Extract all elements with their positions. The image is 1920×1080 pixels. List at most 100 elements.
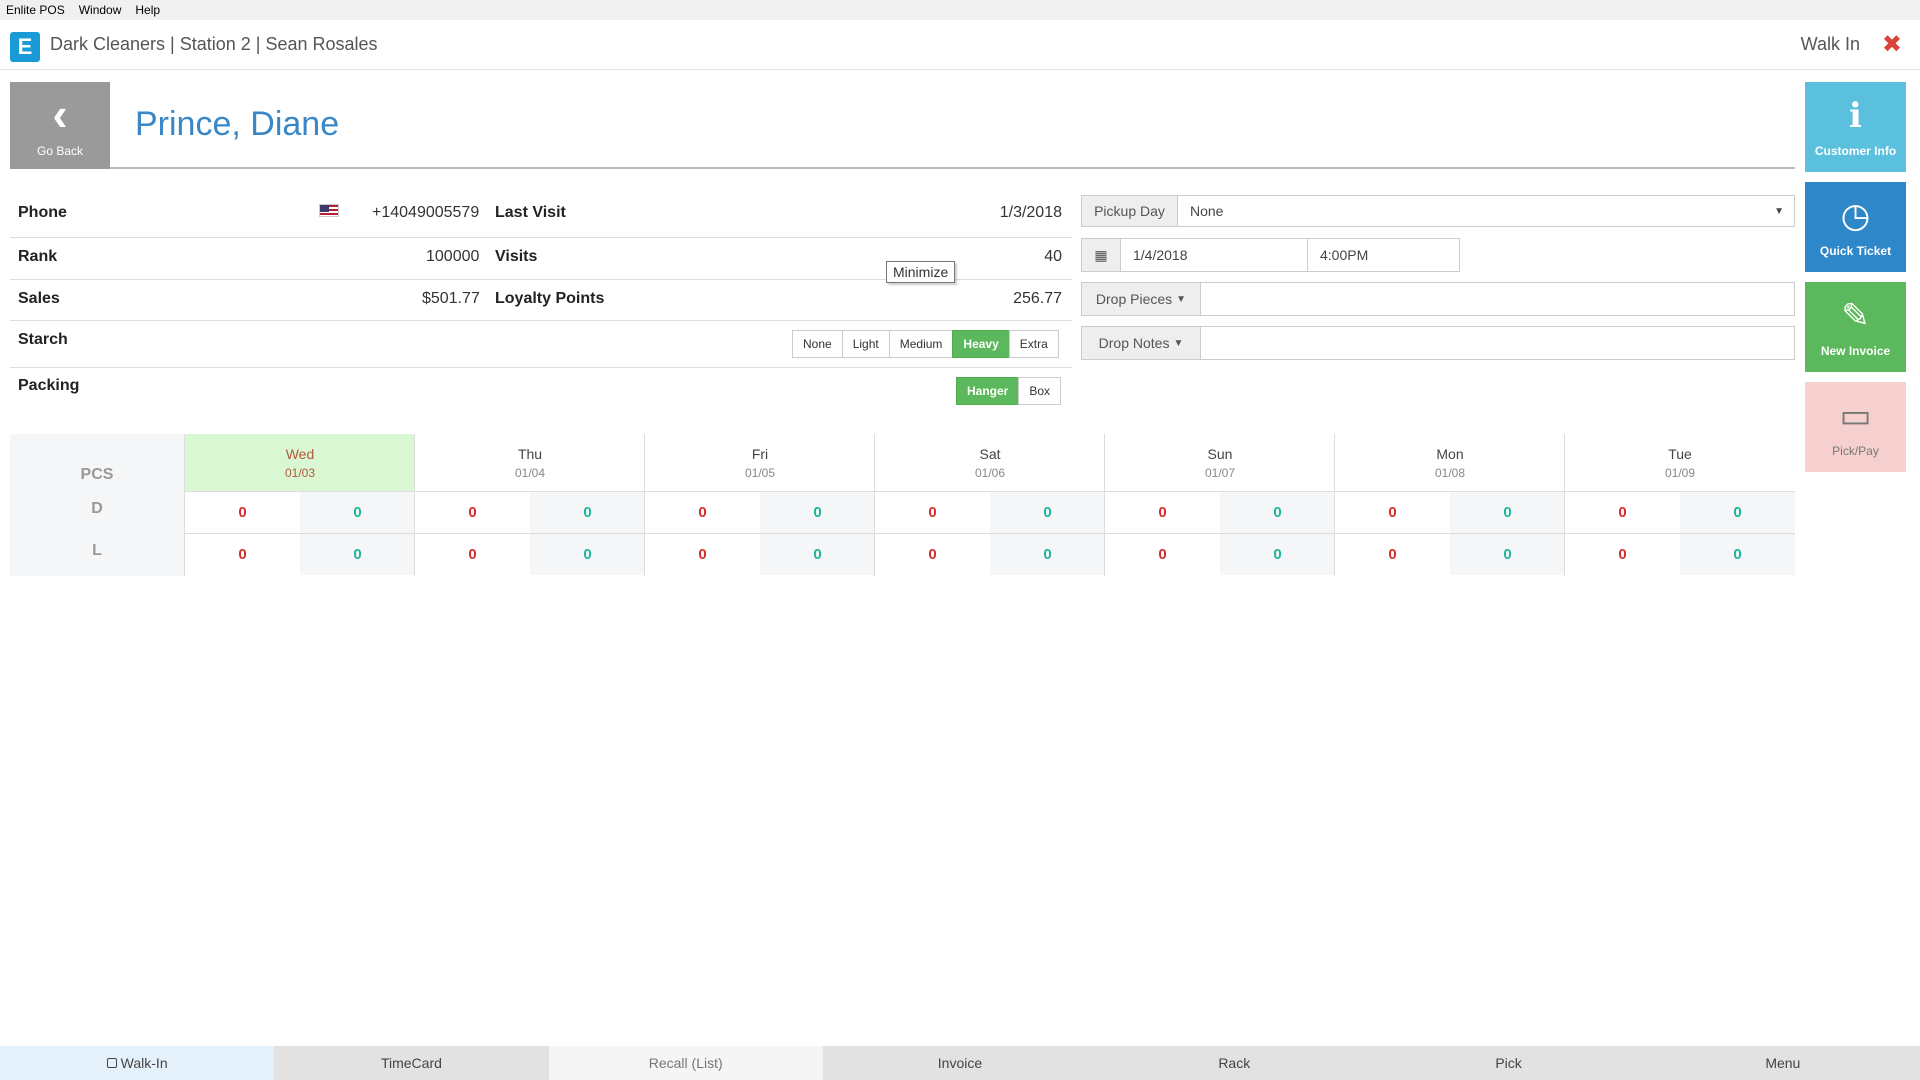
customer-info-button[interactable]: ℹ Customer Info: [1805, 82, 1906, 172]
credit-card-icon: ▭: [1839, 397, 1872, 435]
tab-invoice[interactable]: Invoice: [822, 1046, 1098, 1080]
app-header: E Dark Cleaners | Station 2 | Sean Rosal…: [0, 20, 1920, 70]
drop-notes-input[interactable]: [1200, 326, 1795, 360]
tab-walk-in[interactable]: Walk-In: [0, 1046, 275, 1080]
count-cell[interactable]: 0: [760, 491, 875, 533]
day-column: Sun 01/07 0 0 0 0: [1104, 434, 1335, 576]
count-cell[interactable]: 0: [1565, 491, 1680, 533]
starch-medium-button[interactable]: Medium: [888, 330, 954, 358]
info-row-phone: Phone +14049005579 Last Visit 1/3/2018: [10, 196, 1072, 238]
tab-rack[interactable]: Rack: [1097, 1046, 1372, 1080]
count-cell[interactable]: 0: [1565, 533, 1680, 575]
count-cell[interactable]: 0: [990, 491, 1105, 533]
sales-value: $501.77: [422, 290, 480, 307]
tab-recall-list[interactable]: Recall (List): [548, 1046, 823, 1080]
visits-label: Visits: [495, 248, 538, 265]
count-cell[interactable]: 0: [1450, 491, 1565, 533]
date-input[interactable]: 1/4/2018: [1120, 238, 1308, 272]
count-cell[interactable]: 0: [1220, 533, 1335, 575]
count-cell[interactable]: 0: [1680, 491, 1795, 533]
menu-window[interactable]: Window: [79, 3, 122, 17]
count-cell[interactable]: 0: [760, 533, 875, 575]
count-cell[interactable]: 0: [1105, 491, 1220, 533]
quick-ticket-button[interactable]: ◷ Quick Ticket: [1805, 182, 1906, 272]
count-cell[interactable]: 0: [415, 491, 530, 533]
day-header[interactable]: Thu 01/04: [415, 434, 645, 491]
drop-pieces-input[interactable]: [1200, 282, 1795, 316]
go-back-button[interactable]: ‹ Go Back: [10, 82, 110, 169]
rank-label: Rank: [18, 248, 58, 265]
day-header[interactable]: Sat 01/06: [875, 434, 1105, 491]
visits-value: 40: [1044, 248, 1062, 265]
day-date: 01/08: [1434, 466, 1466, 480]
pcs-column: PCS D L: [10, 434, 184, 576]
day-column: Thu 01/04 0 0 0 0: [414, 434, 645, 576]
loyalty-label: Loyalty Points: [495, 290, 605, 307]
count-cell[interactable]: 0: [530, 533, 645, 575]
schedule-grid: PCS D L Wed 01/03 0 0 0 0 Thu 01/04 0 0 0 0 Fri 01/05…: [10, 434, 1795, 576]
starch-extra-button[interactable]: Extra: [1008, 330, 1059, 358]
tab-timecard[interactable]: TimeCard: [274, 1046, 549, 1080]
day-header[interactable]: Fri 01/05: [645, 434, 875, 491]
info-row-packing: Packing: [10, 368, 1072, 414]
count-cell[interactable]: 0: [1105, 533, 1220, 575]
count-cell[interactable]: 0: [1335, 533, 1450, 575]
day-header[interactable]: Mon 01/08: [1335, 434, 1565, 491]
new-invoice-button[interactable]: ✎ New Invoice: [1805, 282, 1906, 372]
phone-label: Phone: [18, 204, 67, 221]
menu-help[interactable]: Help: [135, 3, 160, 17]
day-column: Tue 01/09 0 0 0 0: [1564, 434, 1795, 576]
close-icon[interactable]: ✖: [1882, 30, 1902, 59]
day-column: Fri 01/05 0 0 0 0: [644, 434, 875, 576]
day-header[interactable]: Sun 01/07: [1105, 434, 1335, 491]
tab-label: Walk-In: [120, 1055, 168, 1071]
starch-light-button[interactable]: Light: [841, 330, 890, 358]
count-cell[interactable]: 0: [185, 491, 300, 533]
count-cell[interactable]: 0: [300, 491, 415, 533]
app-logo: E: [10, 32, 40, 62]
starch-none-button[interactable]: None: [792, 330, 843, 358]
info-row-sales: Sales $501.77 Loyalty Points 256.77: [10, 280, 1072, 321]
count-cell[interactable]: 0: [415, 533, 530, 575]
tab-pick[interactable]: Pick: [1371, 1046, 1646, 1080]
day-header[interactable]: Tue 01/09: [1565, 434, 1795, 491]
count-cell[interactable]: 0: [530, 491, 645, 533]
count-cell[interactable]: 0: [1335, 491, 1450, 533]
count-cell[interactable]: 0: [1220, 491, 1335, 533]
count-cell[interactable]: 0: [300, 533, 415, 575]
chevron-left-icon: ‹: [52, 87, 68, 140]
mode-label: Walk In: [1800, 34, 1860, 54]
last-visit-value: 1/3/2018: [999, 204, 1062, 221]
starch-heavy-button[interactable]: Heavy: [952, 330, 1010, 358]
menu-bar: Enlite POS Window Help: [0, 0, 1920, 20]
day-name: Mon: [1436, 446, 1464, 462]
calendar-icon[interactable]: ▦: [1081, 238, 1121, 272]
count-cell[interactable]: 0: [875, 491, 990, 533]
day-header[interactable]: Wed 01/03: [185, 434, 415, 491]
count-cell[interactable]: 0: [875, 533, 990, 575]
time-input[interactable]: 4:00PM: [1307, 238, 1460, 272]
menu-app[interactable]: Enlite POS: [6, 3, 65, 17]
customer-name: Prince, Diane: [135, 105, 340, 143]
starch-button-group: None Light Medium Heavy Extra: [792, 330, 1059, 358]
tab-menu[interactable]: Menu: [1645, 1046, 1920, 1080]
pickup-day-select[interactable]: None ▼: [1177, 195, 1795, 227]
packing-hanger-button[interactable]: Hanger: [956, 377, 1020, 405]
count-cell[interactable]: 0: [185, 533, 300, 575]
count-cell[interactable]: 0: [645, 533, 760, 575]
drop-pieces-dropdown[interactable]: Drop Pieces ▼: [1081, 282, 1201, 316]
day-name: Fri: [751, 446, 769, 462]
pick-pay-button[interactable]: ▭ Pick/Pay: [1805, 382, 1906, 472]
drop-pieces-label: Drop Pieces: [1095, 291, 1173, 307]
count-cell[interactable]: 0: [1680, 533, 1795, 575]
packing-label: Packing: [18, 377, 80, 394]
day-name: Thu: [517, 446, 543, 462]
count-cell[interactable]: 0: [990, 533, 1105, 575]
count-cell[interactable]: 0: [1450, 533, 1565, 575]
drop-notes-dropdown[interactable]: Drop Notes ▼: [1081, 326, 1201, 360]
day-date: 01/07: [1204, 466, 1236, 480]
count-cell[interactable]: 0: [645, 491, 760, 533]
caret-down-icon: ▼: [1173, 337, 1184, 349]
go-back-label: Go Back: [36, 143, 84, 158]
packing-box-button[interactable]: Box: [1018, 377, 1062, 405]
